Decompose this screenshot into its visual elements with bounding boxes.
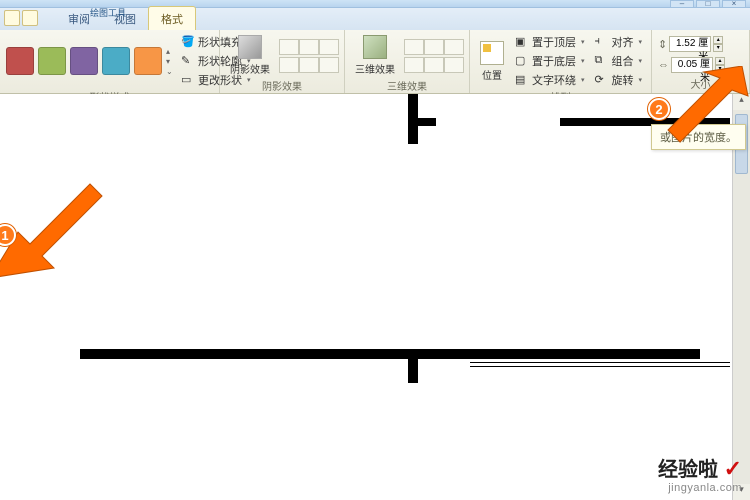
style-gallery[interactable] bbox=[6, 47, 162, 75]
group-button[interactable]: ⧉组合▾ bbox=[591, 52, 645, 70]
group-label: 阴影效果 bbox=[226, 78, 338, 95]
shadow-icon bbox=[238, 35, 262, 59]
window-controls: – □ × bbox=[670, 0, 746, 8]
rotate-icon: ⟳ bbox=[594, 73, 608, 87]
3d-tilt[interactable] bbox=[404, 57, 424, 73]
maximize-button[interactable]: □ bbox=[696, 0, 720, 8]
shapes-icon: ▭ bbox=[181, 73, 195, 87]
group-shape-styles: ▴▾⌄ 🪣形状填充▾ ✎形状轮廓▾ ▭更改形状▾ 形状样式 bbox=[0, 30, 220, 93]
callout-2: 2 bbox=[648, 98, 670, 120]
group-shadow: 阴影效果 阴影效果 bbox=[220, 30, 345, 93]
pencil-icon: ✎ bbox=[181, 54, 195, 68]
document-canvas[interactable] bbox=[0, 94, 730, 500]
style-swatch[interactable] bbox=[70, 47, 98, 75]
group-3d: 三维效果 三维效果 bbox=[345, 30, 470, 93]
style-swatch[interactable] bbox=[6, 47, 34, 75]
3d-tilt[interactable] bbox=[444, 39, 464, 55]
qat-button[interactable] bbox=[4, 10, 20, 26]
height-input[interactable]: 1.52 厘米 bbox=[669, 36, 711, 52]
close-button[interactable]: × bbox=[722, 0, 746, 8]
tab-format[interactable]: 格式 bbox=[148, 6, 196, 30]
shadow-nudge[interactable] bbox=[299, 57, 319, 73]
watermark: 经验啦 ✓ jingyanla.com bbox=[658, 453, 742, 494]
3d-tilt[interactable] bbox=[424, 39, 444, 55]
contextual-tab-title: 绘图工具 bbox=[90, 6, 126, 19]
shadow-nudge[interactable] bbox=[279, 39, 299, 55]
wrap-icon: ▤ bbox=[515, 73, 529, 87]
front-icon: ▣ bbox=[515, 35, 529, 49]
rotate-button[interactable]: ⟳旋转▾ bbox=[591, 71, 645, 89]
send-back-button[interactable]: ▢置于底层▾ bbox=[512, 52, 588, 70]
position-icon bbox=[480, 41, 504, 65]
style-swatch[interactable] bbox=[102, 47, 130, 75]
align-icon: ⫞ bbox=[594, 35, 608, 49]
3d-tilt[interactable] bbox=[424, 57, 444, 73]
ribbon: ▴▾⌄ 🪣形状填充▾ ✎形状轮廓▾ ▭更改形状▾ 形状样式 阴影效果 bbox=[0, 30, 750, 94]
qat-button[interactable] bbox=[22, 10, 38, 26]
position-button[interactable]: 位置 bbox=[476, 39, 508, 84]
group-label: 三维效果 bbox=[351, 78, 463, 95]
shadow-nudge[interactable] bbox=[299, 39, 319, 55]
align-button[interactable]: ⫞对齐▾ bbox=[591, 33, 645, 51]
quick-access-toolbar bbox=[4, 10, 38, 26]
3d-effect-button[interactable]: 三维效果 bbox=[351, 33, 399, 78]
shadow-nudge[interactable] bbox=[319, 39, 339, 55]
check-icon: ✓ bbox=[724, 456, 742, 481]
tab-bar: 绘图工具 审阅 视图 格式 bbox=[0, 8, 750, 30]
style-swatch[interactable] bbox=[38, 47, 66, 75]
bring-front-button[interactable]: ▣置于顶层▾ bbox=[512, 33, 588, 51]
shadow-nudge[interactable] bbox=[279, 57, 299, 73]
shadow-effect-button[interactable]: 阴影效果 bbox=[226, 33, 274, 78]
group-icon: ⧉ bbox=[594, 54, 608, 68]
text-wrap-button[interactable]: ▤文字环绕▾ bbox=[512, 71, 588, 89]
cube-icon bbox=[363, 35, 387, 59]
bucket-icon: 🪣 bbox=[181, 35, 195, 49]
gallery-more[interactable]: ▴▾⌄ bbox=[166, 41, 174, 81]
back-icon: ▢ bbox=[515, 54, 529, 68]
group-arrange: 位置 ▣置于顶层▾ ▢置于底层▾ ▤文字环绕▾ ⫞对齐▾ ⧉组合▾ ⟳旋转▾ 排… bbox=[470, 30, 652, 93]
style-swatch[interactable] bbox=[134, 47, 162, 75]
minimize-button[interactable]: – bbox=[670, 0, 694, 8]
annotation-arrow-1 bbox=[0, 160, 110, 280]
3d-tilt[interactable] bbox=[444, 57, 464, 73]
height-spinner[interactable]: ▴▾ bbox=[713, 36, 723, 52]
3d-tilt[interactable] bbox=[404, 39, 424, 55]
shadow-nudge[interactable] bbox=[319, 57, 339, 73]
height-icon: ⇕ bbox=[658, 38, 667, 51]
